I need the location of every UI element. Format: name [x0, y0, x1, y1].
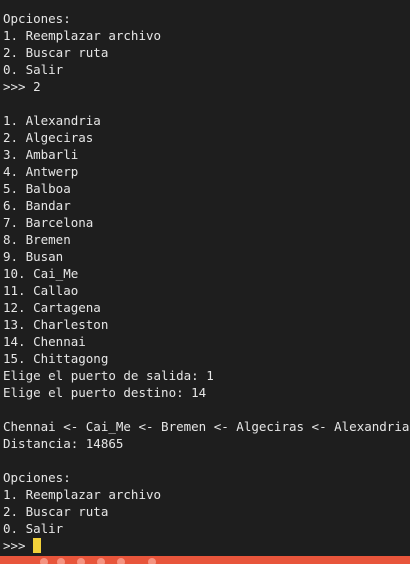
- terminal-line: 10. Cai_Me: [3, 266, 79, 281]
- status-bar: [0, 556, 410, 564]
- status-icon: [97, 558, 105, 564]
- terminal-line: 0. Salir: [3, 521, 64, 536]
- terminal-line: 15. Chittagong: [3, 351, 109, 366]
- terminal-line: 1. Reemplazar archivo: [3, 28, 162, 43]
- terminal-line: 2. Buscar ruta: [3, 504, 109, 519]
- terminal-line: 5. Balboa: [3, 181, 71, 196]
- terminal-line: Chennai <- Cai_Me <- Bremen <- Algeciras…: [3, 419, 410, 434]
- terminal-line: 8. Bremen: [3, 232, 71, 247]
- terminal-line: Distancia: 14865: [3, 436, 124, 451]
- terminal-line: 6. Bandar: [3, 198, 71, 213]
- text-cursor: [33, 538, 42, 553]
- terminal-line: 12. Cartagena: [3, 300, 101, 315]
- terminal-line: >>> 2: [3, 79, 41, 94]
- terminal-line: 0. Salir: [3, 62, 64, 77]
- status-icon: [117, 558, 125, 564]
- status-icon: [57, 558, 65, 564]
- terminal-line: 1. Alexandria: [3, 113, 101, 128]
- terminal-line: 4. Antwerp: [3, 164, 79, 179]
- status-icon: [148, 558, 156, 564]
- terminal-line: 13. Charleston: [3, 317, 109, 332]
- terminal-line: 11. Callao: [3, 283, 79, 298]
- terminal-line: 3. Ambarli: [3, 147, 79, 162]
- terminal-line: 1. Reemplazar archivo: [3, 487, 162, 502]
- terminal-line: 9. Busan: [3, 249, 64, 264]
- terminal-line: 7. Barcelona: [3, 215, 94, 230]
- terminal-line: 2. Algeciras: [3, 130, 94, 145]
- prompt-text: >>>: [3, 538, 34, 553]
- terminal-line: Opciones:: [3, 11, 71, 26]
- terminal-line: 2. Buscar ruta: [3, 45, 109, 60]
- status-icon: [77, 558, 85, 564]
- terminal-line: Opciones:: [3, 470, 71, 485]
- terminal-line: Elige el puerto de salida: 1: [3, 368, 214, 383]
- input-prompt[interactable]: >>>: [3, 537, 410, 554]
- terminal-line: 14. Chennai: [3, 334, 86, 349]
- status-icon: [40, 558, 48, 564]
- terminal-line: Elige el puerto destino: 14: [3, 385, 207, 400]
- terminal-output[interactable]: Opciones: 1. Reemplazar archivo 2. Busca…: [0, 0, 410, 556]
